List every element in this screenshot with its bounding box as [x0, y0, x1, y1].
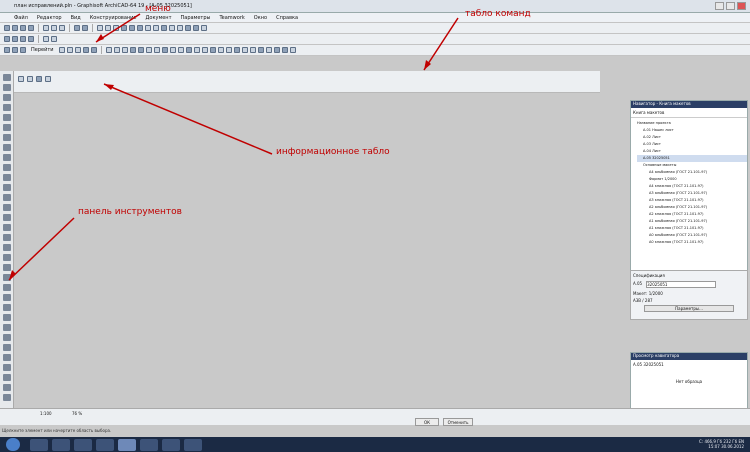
taskbar-skype-icon[interactable]	[162, 438, 180, 451]
tree-item[interactable]: А3 альбомная (ГОСТ 21.101-97)	[637, 190, 747, 197]
tree-item[interactable]: А.04 Лист	[637, 148, 747, 155]
command-bar-annotation: табло команд	[465, 9, 531, 19]
info-box-annotation: информационное табло	[276, 147, 390, 157]
tree-item[interactable]: А1 книжная (ГОСТ 21.101-97)	[637, 225, 747, 232]
tree-item[interactable]: А.03 Лист	[637, 141, 747, 148]
zoom-value[interactable]: 76 %	[72, 411, 82, 416]
taskbar-word-icon[interactable]	[96, 438, 114, 451]
navigator-properties: Спецификация А.05 32025051 Макет: 1/2000…	[630, 270, 748, 320]
status-bar: 1:100 76 % ОК Отменить	[0, 408, 750, 426]
spec-id: А.05	[633, 281, 643, 286]
navigator-tree: Название проекта А.01 Нашес лист А.02 Ли…	[631, 118, 747, 246]
menu-annotation: меню	[145, 4, 171, 14]
ok-button[interactable]: ОК	[415, 418, 439, 426]
navigator-panel: Навигатор - Книга макетов Книга макетов …	[630, 100, 748, 293]
clock-time[interactable]: 15:07	[708, 444, 720, 449]
tree-item[interactable]: А2 книжная (ГОСТ 21.101-97)	[637, 211, 747, 218]
system-tray: С: 466,9 Гб 232 Гб EN 15:07 30.06.2012	[699, 439, 744, 449]
scale-value[interactable]: 1:100	[40, 411, 52, 416]
parameters-button[interactable]: Параметры...	[644, 305, 734, 312]
taskbar-photoshop-icon[interactable]	[184, 438, 202, 451]
taskbar-explorer-icon[interactable]	[52, 438, 70, 451]
navigator-section[interactable]: Книга макетов	[631, 108, 747, 118]
tree-item[interactable]: А0 альбомная (ГОСТ 21.101-97)	[637, 232, 747, 239]
taskbar-archicad-icon[interactable]	[118, 438, 136, 451]
start-button[interactable]	[6, 438, 20, 451]
clock-date[interactable]: 30.06.2012	[721, 444, 744, 449]
tree-item-selected[interactable]: А.05 32025051	[637, 155, 747, 162]
status-hint: Щелкните элемент или начертите область в…	[2, 428, 112, 433]
taskbar-chrome-icon[interactable]	[140, 438, 158, 451]
spec-label: Спецификация	[633, 273, 665, 278]
tree-item[interactable]: Формат 1/2000	[637, 176, 747, 183]
spec-value-field[interactable]: 32025051	[646, 281, 717, 288]
navigator-title: Навигатор - Книга макетов	[631, 101, 747, 108]
tree-item[interactable]: А1 альбомная (ГОСТ 21.101-97)	[637, 218, 747, 225]
preview-path: А.05 32025051	[633, 362, 664, 367]
tree-item[interactable]: А0 книжная (ГОСТ 21.101-97)	[637, 239, 747, 246]
tree-item[interactable]: Основные макеты	[637, 162, 747, 169]
format-label: А3В / 287	[633, 298, 653, 303]
taskbar-media-icon[interactable]	[74, 438, 92, 451]
preview-title: Просмотр навигатора	[631, 353, 747, 360]
tree-item[interactable]: А2 альбомная (ГОСТ 21.101-97)	[637, 204, 747, 211]
cancel-button[interactable]: Отменить	[443, 418, 473, 426]
tree-item[interactable]: Название проекта	[637, 120, 747, 127]
tree-item[interactable]: А.01 Нашес лист	[637, 127, 747, 134]
tree-item[interactable]: А.02 Лист	[637, 134, 747, 141]
preview-empty: Нет образца	[675, 379, 703, 384]
tree-item[interactable]: А4 альбомная (ГОСТ 21.101-97)	[637, 169, 747, 176]
tree-item[interactable]: А3 книжная (ГОСТ 21.101-97)	[637, 197, 747, 204]
toolbox-annotation: панель инструментов	[78, 207, 182, 217]
taskbar-ie-icon[interactable]	[30, 438, 48, 451]
layout-label[interactable]: Макет: 1/2000	[633, 291, 745, 296]
tree-item[interactable]: А4 книжная (ГОСТ 21.101-97)	[637, 183, 747, 190]
taskbar: С: 466,9 Гб 232 Гб EN 15:07 30.06.2012	[0, 437, 750, 452]
